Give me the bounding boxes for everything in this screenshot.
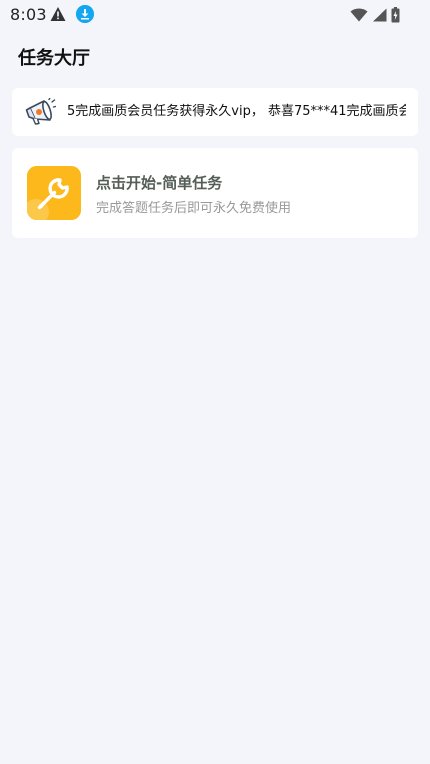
announcement-card: 5完成画质会员任务获得永久vip， 恭喜75***41完成画质会 — [12, 88, 418, 136]
status-indicators — [350, 5, 400, 25]
status-bar: 8:03 — [0, 0, 430, 30]
task-card-simple[interactable]: 点击开始-简单任务 完成答题任务后即可永久免费使用 — [12, 148, 418, 238]
wrench-icon — [27, 166, 81, 220]
announcement-text: 5完成画质会员任务获得永久vip， 恭喜75***41完成画质会 — [67, 104, 406, 119]
task-title: 点击开始-简单任务 — [96, 174, 223, 192]
status-time: 8:03 — [10, 5, 47, 24]
battery-icon — [391, 7, 400, 23]
wifi-icon — [350, 8, 368, 22]
signal-icon — [373, 8, 387, 22]
download-icon — [76, 5, 94, 23]
page-title: 任务大厅 — [18, 48, 90, 69]
megaphone-icon — [25, 98, 56, 125]
warning-icon — [50, 7, 66, 21]
task-subtitle: 完成答题任务后即可永久免费使用 — [96, 201, 292, 216]
